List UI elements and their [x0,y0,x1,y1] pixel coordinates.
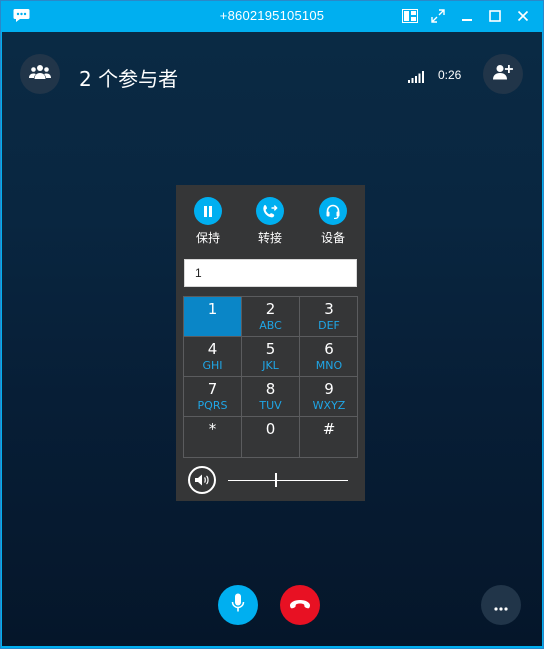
speaker-icon[interactable] [188,466,216,494]
call-window: +8602195105105 2 个参与者 0:26 保持 转接 设备 1 1 … [0,0,544,649]
microphone-button[interactable] [218,585,258,625]
call-timer: 0:26 [438,68,462,82]
signal-icon [408,68,424,83]
key-digit: 4 [207,340,218,358]
volume-control [186,466,358,496]
key-digit: 5 [265,340,276,358]
key-digit: 3 [324,300,334,318]
hang-up-icon [289,596,311,615]
key-letters: GHI [202,359,223,372]
devices-button[interactable]: 设备 [309,197,357,246]
fullscreen-icon[interactable] [427,6,449,26]
keypad-grid: 1 2 ABC 3 DEF 4 GHI 5 JKL 6 MNO 7 PQRS 8… [183,296,358,458]
hold-label: 保持 [195,231,220,245]
more-icon [494,596,508,615]
participants-button[interactable] [20,54,60,94]
key-letters: JKL [262,359,279,372]
key-digit: 6 [324,340,334,358]
key-letters: DEF [318,319,340,332]
layout-icon[interactable] [399,6,421,26]
volume-slider-thumb[interactable] [275,473,277,487]
add-person-button[interactable] [483,54,523,94]
key-letters: PQRS [197,399,228,412]
maximize-icon[interactable] [484,6,506,26]
key-letters: MNO [315,359,343,372]
key-digit: 2 [265,300,276,318]
key-letters: WXYZ [312,399,346,412]
title-bar: +8602195105105 [1,1,543,31]
key-8[interactable]: 8 TUV [242,377,300,417]
dial-number-input[interactable]: 1 [184,259,357,287]
dialpad-panel: 保持 转接 设备 1 1 2 ABC 3 DEF 4 GHI 5 JKL 6 M… [176,185,365,501]
key-star[interactable]: * [184,417,242,457]
key-9[interactable]: 9 WXYZ [300,377,358,417]
key-digit: * [208,420,217,438]
hold-button[interactable]: 保持 [184,197,232,246]
key-digit: # [322,420,336,438]
headset-icon [319,197,347,225]
people-icon [29,64,51,84]
close-icon[interactable] [512,6,534,26]
key-letters: TUV [259,399,282,412]
devices-label: 设备 [320,231,345,245]
key-0[interactable]: 0 [242,417,300,457]
key-letters: ABC [259,319,282,332]
transfer-button[interactable]: 转接 [246,197,294,246]
microphone-icon [231,593,245,617]
hang-up-button[interactable] [280,585,320,625]
transfer-icon [256,197,284,225]
participants-count: 2 个参与者 [79,67,179,91]
key-4[interactable]: 4 GHI [184,337,242,377]
key-5[interactable]: 5 JKL [242,337,300,377]
key-digit: 7 [207,380,218,398]
more-options-button[interactable] [481,585,521,625]
volume-slider[interactable] [228,480,348,481]
key-digit: 8 [265,380,276,398]
key-digit: 1 [207,300,218,318]
key-7[interactable]: 7 PQRS [184,377,242,417]
key-3[interactable]: 3 DEF [300,297,358,337]
minimize-icon[interactable] [456,6,478,26]
key-2[interactable]: 2 ABC [242,297,300,337]
key-hash[interactable]: # [300,417,358,457]
key-digit: 0 [265,420,276,438]
key-digit: 9 [324,380,334,398]
transfer-label: 转接 [257,231,282,245]
key-6[interactable]: 6 MNO [300,337,358,377]
pause-icon [194,197,222,225]
add-person-icon [492,64,514,84]
key-1[interactable]: 1 [184,297,242,337]
call-stage: 2 个参与者 0:26 保持 转接 设备 1 1 2 ABC 3 DEF 4 G… [2,32,542,646]
